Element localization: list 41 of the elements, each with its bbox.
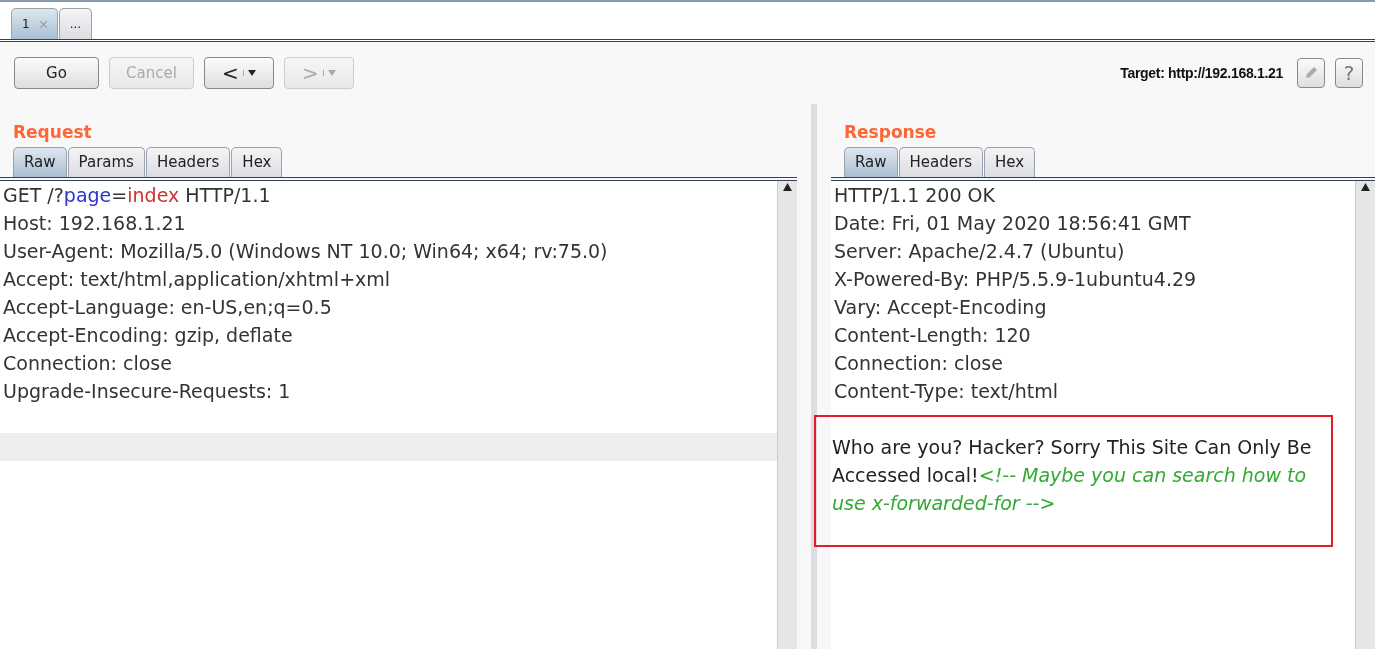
scroll-up-icon[interactable] (783, 183, 792, 191)
code-line: Host: 192.168.1.21 (2, 211, 187, 236)
caret-icon (247, 70, 256, 76)
target-label: Target: http://192.168.1.21 (1120, 63, 1283, 83)
back-button[interactable]: < (204, 57, 274, 89)
tab[interactable]: Hex (231, 147, 283, 177)
tab[interactable]: ... (58, 8, 93, 39)
scrollbar[interactable] (777, 181, 797, 649)
code-line: Connection: close (833, 351, 1004, 376)
scroll-up-icon[interactable] (1361, 183, 1370, 191)
close-icon[interactable] (39, 20, 47, 28)
edit-button[interactable] (1297, 58, 1325, 88)
code-line: Accept: text/html,application/xhtml+xml (2, 267, 392, 292)
caret-icon (327, 70, 336, 76)
code-line: Accept-Encoding: gzip, deflate (2, 323, 294, 348)
tab[interactable]: Hex (984, 147, 1036, 177)
pane-title: Response (844, 121, 938, 144)
tab[interactable]: 1 (11, 8, 58, 39)
tab[interactable]: Params (67, 147, 145, 177)
tab[interactable]: Headers (145, 147, 231, 177)
tab[interactable]: Headers (898, 147, 983, 177)
toolbar-button[interactable]: Go (14, 57, 99, 89)
code-line: HTTP/1.1 200 OK (833, 183, 996, 208)
code-line: Content-Type: text/html (833, 379, 1059, 404)
code-line: User-Agent: Mozilla/5.0 (Windows NT 10.0; Win64; x64; rv:75.0) (2, 239, 609, 264)
code-line: X-Powered-By: PHP/5.5.9-1ubuntu4.29 (833, 267, 1198, 292)
code-line: GET /?page=index HTTP/1.1 (2, 183, 272, 208)
code-line: Vary: Accept-Encoding (833, 295, 1048, 320)
help-button[interactable]: ? (1335, 58, 1363, 88)
tab[interactable]: Raw (13, 147, 67, 177)
scrollbar[interactable] (1355, 181, 1375, 649)
code-line: Server: Apache/2.4.7 (Ubuntu) (833, 239, 1126, 264)
code-line: Content-Length: 120 (833, 323, 1032, 348)
tab[interactable]: Raw (844, 147, 898, 177)
pencil-icon (1303, 65, 1319, 81)
response-body: Who are you? Hacker? Sorry This Site Can Only Be Accessed local!<!-- Maybe you can search how to use x-forwarded-for --> (814, 415, 1333, 547)
code-line: Upgrade-Insecure-Requests: 1 (2, 379, 292, 404)
code-line: Date: Fri, 01 May 2020 18:56:41 GMT (833, 211, 1192, 236)
code-line: Accept-Language: en-US,en;q=0.5 (2, 295, 333, 320)
code-line: Connection: close (2, 351, 173, 376)
pane-title: Request (13, 121, 93, 144)
